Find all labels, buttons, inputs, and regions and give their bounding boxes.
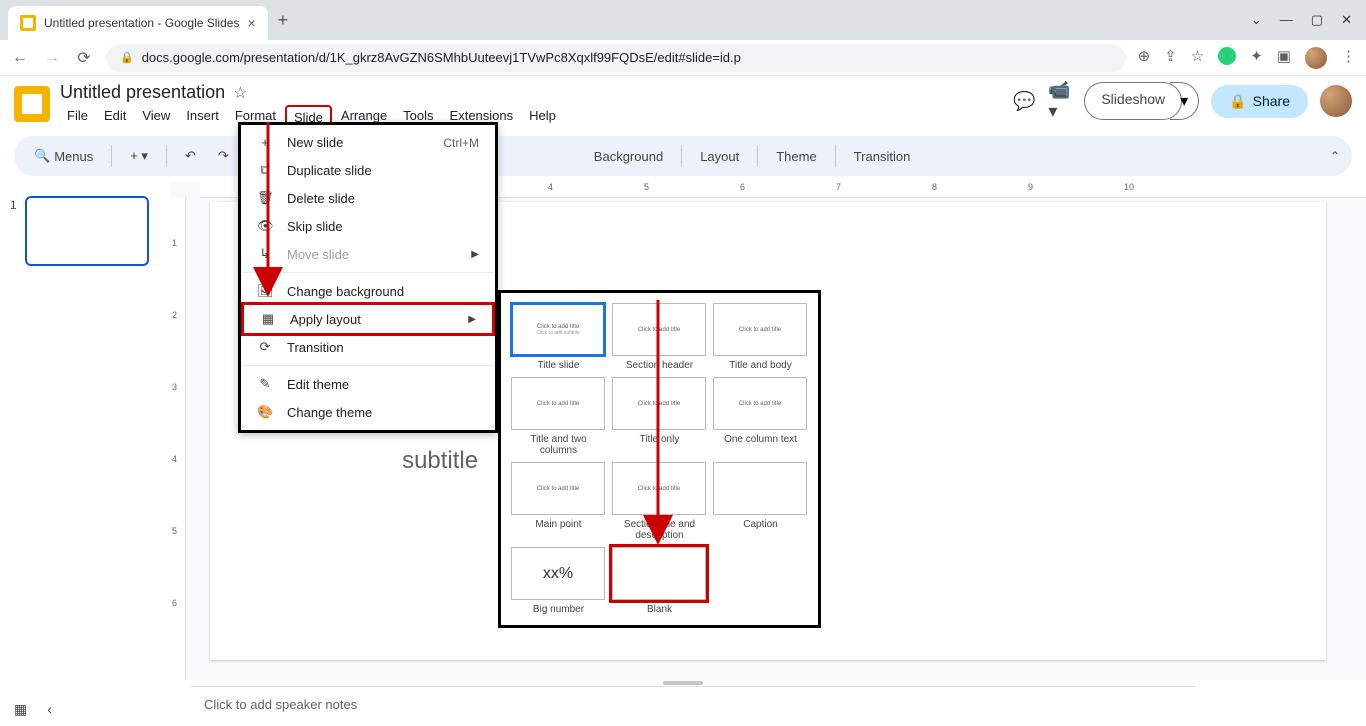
toolbar: 🔍 Menus + ▾ ↶ ↷ 🖨 🖌 Background Layout Th… (14, 136, 1352, 176)
meet-icon[interactable]: 📹▾ (1048, 89, 1072, 113)
change-theme-icon: 🎨 (257, 404, 273, 420)
new-slide-button[interactable]: + ▾ (122, 144, 156, 168)
layout-title-slide[interactable]: Click to add titleClick to add subtitleT… (511, 303, 606, 371)
menu-item-duplicate-slide[interactable]: ⧉Duplicate slide (241, 156, 495, 184)
redo-button[interactable]: ↷ (210, 144, 237, 168)
collapse-toolbar-icon[interactable]: ⌃ (1330, 149, 1340, 163)
menu-item-transition[interactable]: ⟳Transition (241, 333, 495, 361)
notes-resize-handle[interactable] (663, 681, 703, 685)
url-text: docs.google.com/presentation/d/1K_gkrz8A… (142, 50, 741, 65)
layout-section-header[interactable]: Click to add titleSection header (612, 303, 707, 371)
layout-one-column-text[interactable]: Click to add titleOne column text (713, 377, 808, 456)
menus-search-button[interactable]: 🔍 Menus (26, 144, 101, 168)
grid-view-icon[interactable]: ▦ (14, 701, 27, 718)
edit-theme-icon: ✎ (257, 376, 273, 392)
duplicate-slide-icon: ⧉ (257, 162, 273, 178)
apply-layout-icon: ▦ (260, 311, 276, 327)
layout-button[interactable]: Layout (692, 145, 747, 168)
layout-section-title-and-description[interactable]: Click to add titleSection title and desc… (612, 462, 707, 541)
layout-caption[interactable]: Caption (713, 462, 808, 541)
new-tab-button[interactable]: + (278, 10, 289, 31)
apply-layout-panel: Click to add titleClick to add subtitleT… (498, 290, 821, 628)
slides-logo-icon[interactable] (14, 86, 50, 122)
comments-icon[interactable]: 💬 (1012, 89, 1036, 113)
slides-favicon-icon (20, 15, 36, 31)
new-slide-icon: + (257, 135, 273, 150)
extension-icon[interactable] (1218, 47, 1236, 65)
theme-button[interactable]: Theme (768, 145, 824, 168)
chevron-down-icon[interactable]: ⌄ (1251, 12, 1262, 28)
submenu-arrow-icon: ▶ (468, 314, 476, 325)
menu-view[interactable]: View (135, 105, 177, 130)
menu-item-change-theme[interactable]: 🎨Change theme (241, 398, 495, 426)
layout-big-number[interactable]: xx%Big number (511, 547, 606, 615)
lock-icon: 🔒 (120, 51, 134, 64)
share-button[interactable]: 🔒 Share (1211, 85, 1308, 118)
browser-tab[interactable]: Untitled presentation - Google Slides × (8, 6, 268, 40)
undo-button[interactable]: ↶ (177, 144, 204, 168)
menu-item-edit-theme[interactable]: ✎Edit theme (241, 370, 495, 398)
layout-blank[interactable]: Blank (612, 547, 707, 615)
speaker-notes[interactable]: Click to add speaker notes (190, 686, 1196, 722)
ruler-vertical: 123456 (170, 198, 186, 680)
extensions-icon[interactable]: ✦ (1250, 47, 1263, 69)
menu-item-skip-slide[interactable]: 👁Skip slide (241, 212, 495, 240)
star-icon[interactable]: ☆ (233, 83, 247, 103)
address-bar[interactable]: 🔒 docs.google.com/presentation/d/1K_gkrz… (106, 44, 1126, 72)
menu-item-move-slide: ↳Move slide▶ (241, 240, 495, 268)
transition-icon: ⟳ (257, 339, 273, 355)
layout-title-only[interactable]: Click to add titleTitle only (612, 377, 707, 456)
slide-thumbnail[interactable] (25, 196, 149, 266)
reload-button[interactable]: ⟳ (74, 48, 94, 68)
menu-item-delete-slide[interactable]: 🗑Delete slide (241, 184, 495, 212)
chrome-menu-icon[interactable]: ⋮ (1341, 47, 1356, 69)
layout-title-and-body[interactable]: Click to add titleTitle and body (713, 303, 808, 371)
submenu-arrow-icon: ▶ (471, 249, 479, 260)
transition-button[interactable]: Transition (846, 145, 919, 168)
bookmark-icon[interactable]: ☆ (1191, 47, 1204, 69)
menu-item-new-slide[interactable]: +New slideCtrl+M (241, 129, 495, 156)
slideshow-button[interactable]: Slideshow (1084, 82, 1182, 120)
sidepanel-icon[interactable]: ▣ (1277, 47, 1291, 69)
lock-icon: 🔒 (1229, 93, 1246, 110)
account-avatar[interactable] (1320, 85, 1352, 117)
tab-title: Untitled presentation - Google Slides (44, 16, 239, 30)
slide-menu-dropdown: +New slideCtrl+M⧉Duplicate slide🗑Delete … (238, 122, 498, 433)
menu-edit[interactable]: Edit (97, 105, 133, 130)
back-button[interactable]: ← (10, 48, 30, 68)
menu-help[interactable]: Help (522, 105, 563, 130)
maximize-icon[interactable]: ▢ (1311, 12, 1323, 28)
menu-insert[interactable]: Insert (179, 105, 226, 130)
layout-main-point[interactable]: Click to add titleMain point (511, 462, 606, 541)
profile-avatar[interactable] (1305, 47, 1327, 69)
background-button[interactable]: Background (586, 145, 671, 168)
change-background-icon: 🖼 (257, 283, 273, 299)
doc-title[interactable]: Untitled presentation (60, 82, 225, 103)
close-window-icon[interactable]: ✕ (1341, 12, 1352, 28)
slideshow-dropdown[interactable]: ▾ (1170, 82, 1199, 120)
menu-file[interactable]: File (60, 105, 95, 130)
explore-icon[interactable]: ‹ (47, 701, 52, 718)
filmstrip: 1 (0, 182, 170, 680)
forward-button: → (42, 48, 62, 68)
zoom-icon[interactable]: ⊕ (1138, 47, 1151, 69)
move-slide-icon: ↳ (257, 246, 273, 262)
share-url-icon[interactable]: ⇪ (1164, 47, 1177, 69)
close-tab-icon[interactable]: × (247, 15, 255, 31)
menu-item-change-background[interactable]: 🖼Change background (241, 277, 495, 305)
minimize-icon[interactable]: — (1280, 12, 1293, 28)
slide-number: 1 (10, 198, 17, 266)
menu-item-apply-layout[interactable]: ▦Apply layout▶ (241, 302, 495, 336)
skip-slide-icon: 👁 (257, 218, 273, 234)
delete-slide-icon: 🗑 (257, 190, 273, 206)
layout-title-and-two-columns[interactable]: Click to add titleTitle and two columns (511, 377, 606, 456)
